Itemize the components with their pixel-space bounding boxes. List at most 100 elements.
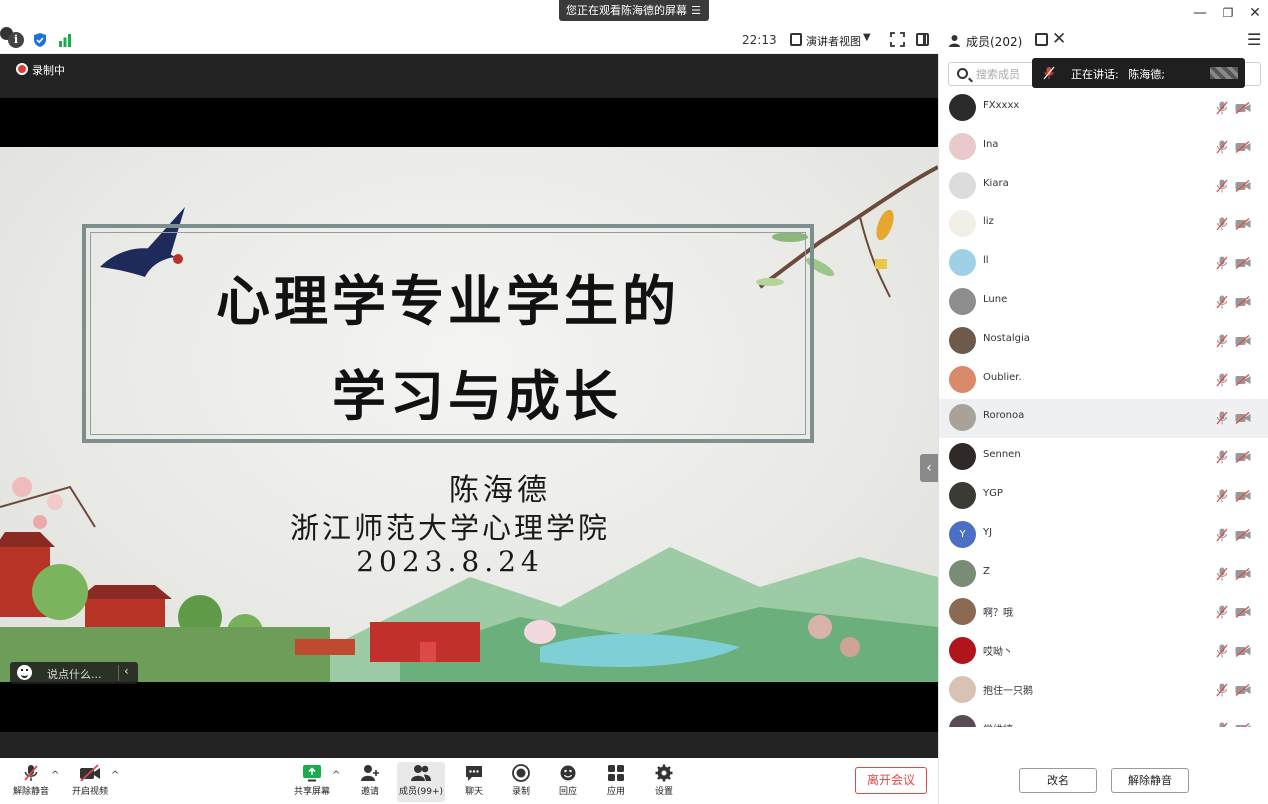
video-options-caret[interactable]: ^ bbox=[111, 770, 119, 781]
minimize-button[interactable]: — bbox=[1188, 3, 1212, 23]
members-panel-title: 成员(202) bbox=[966, 35, 1023, 49]
members-button[interactable]: 成员(99+) bbox=[397, 762, 445, 802]
member-name: ll bbox=[983, 255, 989, 267]
camera-off-icon[interactable] bbox=[1235, 412, 1251, 425]
info-icon[interactable]: i bbox=[8, 32, 24, 48]
camera-off-icon[interactable] bbox=[1235, 606, 1251, 619]
member-row[interactable]: ll bbox=[939, 244, 1268, 283]
member-row[interactable]: 啊？哦 bbox=[939, 593, 1268, 632]
side-panel-icon[interactable] bbox=[916, 33, 929, 46]
member-row[interactable]: Lune bbox=[939, 283, 1268, 322]
rename-button[interactable]: 改名 bbox=[1019, 768, 1097, 793]
camera-off-icon[interactable] bbox=[1235, 218, 1251, 231]
emoji-icon[interactable] bbox=[17, 665, 32, 680]
mic-muted-icon[interactable] bbox=[1216, 528, 1228, 542]
mic-muted-icon[interactable] bbox=[1216, 256, 1228, 270]
mic-muted-icon[interactable] bbox=[1216, 140, 1228, 154]
unmute-member-button[interactable]: 解除静音 bbox=[1111, 768, 1189, 793]
camera-off-icon[interactable] bbox=[1235, 334, 1251, 347]
speaker-view-icon[interactable] bbox=[790, 33, 802, 46]
panel-menu-icon[interactable]: ☰ bbox=[1247, 30, 1261, 49]
meeting-toolbar: 解除静音 ^ 开启视频 ^ 共享屏幕 ^ 邀请 成员(99+) 聊天 录制 回应… bbox=[0, 758, 938, 804]
invite-button[interactable]: 邀请 bbox=[354, 762, 386, 802]
member-row[interactable]: Y YJ bbox=[939, 516, 1268, 555]
share-screen-button[interactable]: 共享屏幕 bbox=[290, 762, 334, 802]
mic-muted-icon[interactable] bbox=[1216, 179, 1228, 193]
settings-button[interactable]: 设置 bbox=[648, 762, 680, 802]
member-row[interactable]: Ina bbox=[939, 128, 1268, 167]
restore-button[interactable]: ❐ bbox=[1216, 3, 1240, 23]
member-row[interactable]: Kiara bbox=[939, 167, 1268, 206]
fullscreen-icon[interactable] bbox=[890, 32, 905, 47]
share-banner[interactable]: 您正在观看陈海德的屏幕 ☰ bbox=[559, 0, 709, 21]
member-row[interactable]: Oublier. bbox=[939, 361, 1268, 400]
member-row[interactable]: FXxxxx bbox=[939, 89, 1268, 128]
member-name: YJ bbox=[983, 526, 993, 538]
mic-muted-icon[interactable] bbox=[1216, 373, 1228, 387]
recording-strip: 录制中 bbox=[0, 54, 938, 98]
camera-off-icon[interactable] bbox=[1235, 295, 1251, 308]
mic-muted-icon[interactable] bbox=[1216, 605, 1228, 619]
camera-off-icon[interactable] bbox=[1235, 489, 1251, 502]
camera-off-icon[interactable] bbox=[1235, 451, 1251, 464]
camera-off-icon[interactable] bbox=[1235, 179, 1251, 192]
mic-options-caret[interactable]: ^ bbox=[51, 770, 59, 781]
close-panel-icon[interactable]: ✕ bbox=[1052, 29, 1066, 49]
share-options-caret[interactable]: ^ bbox=[332, 770, 340, 781]
close-window-button[interactable]: ✕ bbox=[1243, 3, 1267, 23]
camera-off-icon[interactable] bbox=[1235, 373, 1251, 386]
member-row[interactable]: Z bbox=[939, 555, 1268, 594]
camera-off-icon[interactable] bbox=[1235, 257, 1251, 270]
camera-off-icon[interactable] bbox=[1235, 140, 1251, 153]
camera-off-icon[interactable] bbox=[1235, 683, 1251, 696]
camera-off-icon[interactable] bbox=[1235, 102, 1251, 114]
title-bar: 您正在观看陈海德的屏幕 ☰ — ❐ ✕ bbox=[0, 0, 1268, 27]
popout-icon[interactable] bbox=[1035, 33, 1048, 46]
camera-off-icon[interactable] bbox=[1235, 528, 1251, 541]
banner-menu-icon[interactable]: ☰ bbox=[691, 0, 701, 21]
mic-muted-icon[interactable] bbox=[1216, 683, 1228, 697]
record-button[interactable]: 录制 bbox=[505, 762, 537, 802]
member-row[interactable]: 哎呦丶 bbox=[939, 632, 1268, 671]
view-mode-label[interactable]: 演讲者视图 bbox=[806, 33, 861, 49]
mic-muted-icon bbox=[1043, 66, 1055, 80]
leave-meeting-button[interactable]: 离开会议 bbox=[855, 767, 927, 794]
avatar bbox=[949, 675, 976, 703]
share-screen-icon bbox=[303, 765, 321, 782]
reaction-icon bbox=[560, 765, 576, 781]
mic-muted-icon[interactable] bbox=[1216, 334, 1228, 348]
mic-muted-icon[interactable] bbox=[1216, 450, 1228, 464]
mic-muted-icon[interactable] bbox=[1216, 295, 1228, 309]
camera-off-icon[interactable] bbox=[1235, 722, 1251, 727]
mic-muted-icon[interactable] bbox=[1216, 722, 1228, 727]
member-name: Lune bbox=[983, 293, 1008, 305]
camera-off-icon[interactable] bbox=[1235, 567, 1251, 580]
share-banner-text: 您正在观看陈海德的屏幕 bbox=[566, 4, 687, 17]
unmute-button[interactable]: 解除静音 bbox=[8, 762, 54, 802]
reactions-button[interactable]: 回应 bbox=[552, 762, 584, 802]
start-video-button[interactable]: 开启视频 bbox=[66, 762, 114, 802]
collapse-panel-toggle[interactable]: ‹ bbox=[920, 454, 938, 482]
member-row[interactable]: 抱住一只鹅 bbox=[939, 671, 1268, 710]
member-row[interactable]: 常维婷 bbox=[939, 710, 1268, 727]
mic-muted-icon[interactable] bbox=[1216, 644, 1228, 658]
mic-muted-icon[interactable] bbox=[1216, 101, 1228, 115]
member-row[interactable]: Sennen bbox=[939, 438, 1268, 477]
chat-button[interactable]: 聊天 bbox=[458, 762, 490, 802]
mic-muted-icon[interactable] bbox=[1216, 489, 1228, 503]
mic-muted-icon[interactable] bbox=[1216, 411, 1228, 425]
mic-muted-icon[interactable] bbox=[1216, 567, 1228, 581]
member-row[interactable]: YGP bbox=[939, 477, 1268, 516]
quick-chat-placeholder[interactable]: 说点什么... bbox=[47, 666, 102, 682]
chevron-left-icon[interactable]: ‹ bbox=[124, 664, 129, 678]
mic-muted-icon[interactable] bbox=[1216, 217, 1228, 231]
member-row[interactable]: Roronoa bbox=[939, 399, 1268, 439]
quick-chat-bar[interactable]: 说点什么... ‹ bbox=[10, 662, 138, 684]
signal-icon[interactable] bbox=[57, 32, 73, 48]
member-row[interactable]: liz bbox=[939, 205, 1268, 244]
member-row[interactable]: Nostalgia bbox=[939, 322, 1268, 361]
apps-button[interactable]: 应用 bbox=[600, 762, 632, 802]
camera-off-icon[interactable] bbox=[1235, 645, 1251, 658]
chevron-down-icon[interactable]: ▼ bbox=[863, 32, 871, 43]
shield-icon[interactable] bbox=[32, 32, 48, 48]
